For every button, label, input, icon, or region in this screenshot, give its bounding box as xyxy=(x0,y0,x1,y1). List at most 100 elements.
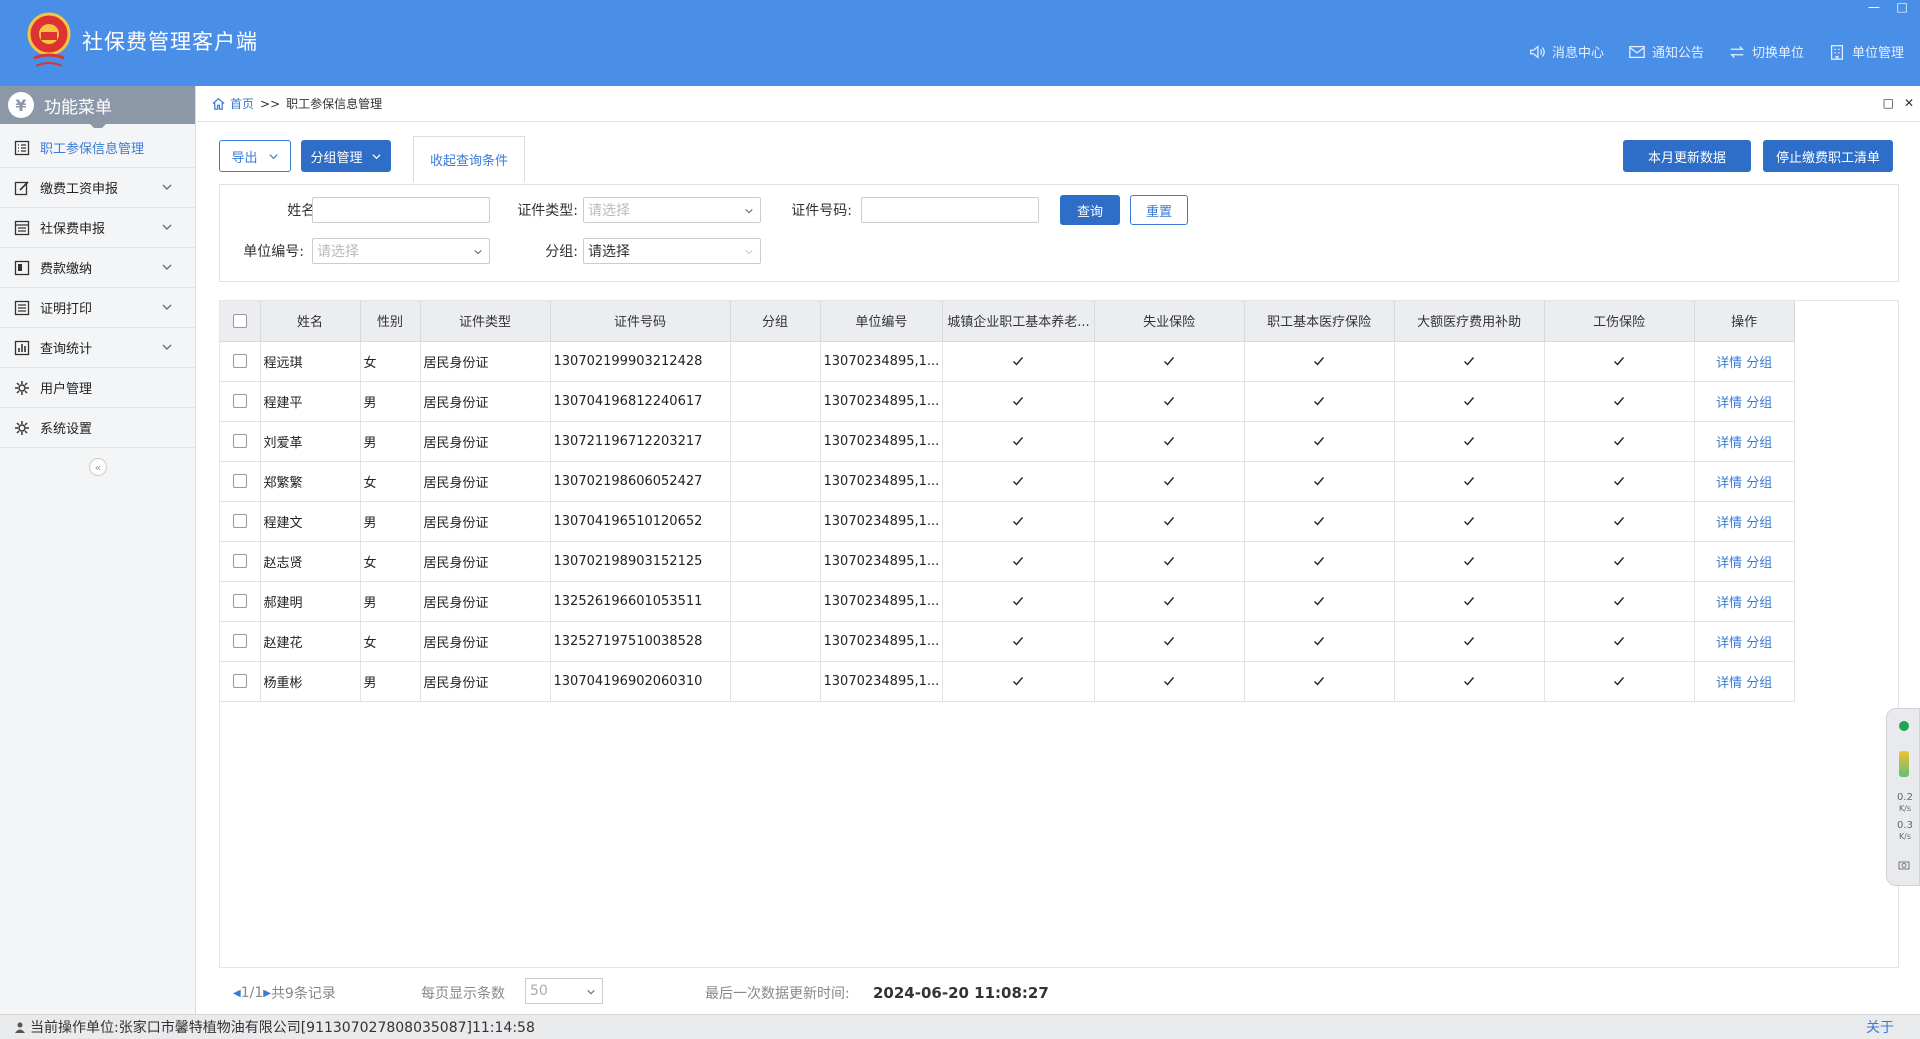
row-checkbox[interactable] xyxy=(232,474,247,488)
sidebar-item-wage-declare[interactable]: 缴费工资申报 xyxy=(0,168,195,208)
cell-actions: 详情 分组 xyxy=(1694,581,1795,622)
row-checkbox[interactable] xyxy=(232,674,247,688)
cell-pension xyxy=(942,501,1095,542)
sidebar-item-social-declare[interactable]: 社保费申报 xyxy=(0,208,195,248)
row-checkbox[interactable] xyxy=(232,594,247,608)
checkmark-icon xyxy=(1162,634,1176,649)
table-row[interactable]: 程远琪女居民身份证 130702199903212428 13070234895,1… xyxy=(220,341,1795,382)
column-header[interactable]: 姓名 xyxy=(260,301,361,342)
breadcrumb-home[interactable]: 首页 xyxy=(230,95,254,112)
group-link[interactable]: 分组 xyxy=(1746,516,1772,531)
home-icon[interactable] xyxy=(211,96,226,111)
table-row[interactable]: 程建平男居民身份证 130704196812240617 13070234895,1… xyxy=(220,381,1795,422)
select-all-checkbox[interactable] xyxy=(232,313,247,328)
detail-link[interactable]: 详情 xyxy=(1716,396,1742,411)
network-monitor-widget[interactable]: 0.2 K/s 0.3 K/s xyxy=(1886,708,1920,886)
query-button[interactable]: 查询 xyxy=(1060,195,1120,225)
per-page-select[interactable]: 50 xyxy=(525,978,603,1004)
row-checkbox[interactable] xyxy=(232,554,247,568)
group-link[interactable]: 分组 xyxy=(1746,636,1772,651)
detail-link[interactable]: 详情 xyxy=(1716,556,1742,571)
row-checkbox[interactable] xyxy=(232,394,247,408)
table-row[interactable]: 赵志贤女居民身份证 130702198903152125 13070234895,1… xyxy=(220,541,1795,582)
group-link[interactable]: 分组 xyxy=(1746,556,1772,571)
last-update-label: 最后一次数据更新时间: xyxy=(705,986,850,1002)
nav-unit-manage[interactable]: 单位管理 xyxy=(1828,42,1904,61)
group-link[interactable]: 分组 xyxy=(1746,356,1772,371)
id-type-select[interactable]: 请选择 xyxy=(583,197,761,223)
sidebar-item-query-stats[interactable]: 查询统计 xyxy=(0,328,195,368)
cell-unemployment xyxy=(1094,421,1245,462)
group-link[interactable]: 分组 xyxy=(1746,476,1772,491)
export-button[interactable]: 导出 xyxy=(219,140,291,172)
row-checkbox[interactable] xyxy=(232,634,247,648)
table-row[interactable]: 郝建明男居民身份证 132526196601053511 13070234895,1… xyxy=(220,581,1795,622)
column-header[interactable]: 工伤保险 xyxy=(1544,301,1695,342)
table-row[interactable]: 郑繁繁女居民身份证 130702198606052427 13070234895,1… xyxy=(220,461,1795,502)
column-header[interactable]: 城镇企业职工基本养老... xyxy=(942,301,1095,342)
nav-message-center[interactable]: 消息中心 xyxy=(1528,42,1604,61)
name-input[interactable] xyxy=(312,197,490,223)
pane-close-button[interactable]: ✕ xyxy=(1904,96,1914,110)
chart-icon xyxy=(14,340,30,355)
column-header[interactable]: 分组 xyxy=(730,301,821,342)
cell-unit-no: 13070234895,1... xyxy=(820,621,944,662)
group-select[interactable]: 请选择 xyxy=(583,238,761,264)
cell-name: 刘爱革 xyxy=(260,421,361,462)
tab-collapse-query[interactable]: 收起查询条件 xyxy=(413,136,525,182)
column-header[interactable]: 失业保险 xyxy=(1094,301,1245,342)
camera-icon[interactable] xyxy=(1898,859,1910,871)
sidebar-item-payment[interactable]: 费款缴纳 xyxy=(0,248,195,288)
nav-notice[interactable]: 通知公告 xyxy=(1628,42,1704,61)
detail-link[interactable]: 详情 xyxy=(1716,356,1742,371)
stop-list-button[interactable]: 停止缴费职工清单 xyxy=(1763,140,1893,172)
table-row[interactable]: 赵建花女居民身份证 132527197510038528 13070234895,1… xyxy=(220,621,1795,662)
group-link[interactable]: 分组 xyxy=(1746,596,1772,611)
table-row[interactable]: 杨重彬男居民身份证 130704196902060310 13070234895,1… xyxy=(220,661,1795,702)
update-month-button[interactable]: 本月更新数据 xyxy=(1623,140,1751,172)
minimize-button[interactable]: — xyxy=(1866,0,1882,14)
sidebar-item-system-settings[interactable]: 系统设置 xyxy=(0,408,195,448)
row-select-cell xyxy=(220,501,261,542)
cell-injury xyxy=(1544,621,1695,662)
sidebar-collapse-button[interactable]: « xyxy=(89,458,107,476)
unit-no-select[interactable]: 请选择 xyxy=(312,238,490,264)
row-checkbox[interactable] xyxy=(232,514,247,528)
nav-switch-unit[interactable]: 切换单位 xyxy=(1728,42,1804,61)
table-row[interactable]: 程建文男居民身份证 130704196510120652 13070234895,1… xyxy=(220,501,1795,542)
detail-link[interactable]: 详情 xyxy=(1716,676,1742,691)
about-link[interactable]: 关于 xyxy=(1866,1017,1894,1037)
id-no-input[interactable] xyxy=(861,197,1039,223)
group-link[interactable]: 分组 xyxy=(1746,436,1772,451)
row-checkbox[interactable] xyxy=(232,354,247,368)
group-manage-button[interactable]: 分组管理 xyxy=(301,140,391,172)
next-page-icon[interactable]: ▶ xyxy=(263,988,271,999)
column-header[interactable]: 职工基本医疗保险 xyxy=(1244,301,1395,342)
reset-button[interactable]: 重置 xyxy=(1130,195,1188,225)
prev-page-icon[interactable]: ◀ xyxy=(233,988,241,999)
cell-actions: 详情 分组 xyxy=(1694,541,1795,582)
table-row[interactable]: 刘爱革男居民身份证 130721196712203217 13070234895,1… xyxy=(220,421,1795,462)
sidebar-item-cert-print[interactable]: 证明打印 xyxy=(0,288,195,328)
column-header[interactable]: 性别 xyxy=(360,301,421,342)
detail-link[interactable]: 详情 xyxy=(1716,476,1742,491)
detail-link[interactable]: 详情 xyxy=(1716,436,1742,451)
column-header[interactable]: 大额医疗费用补助 xyxy=(1394,301,1545,342)
column-header[interactable]: 证件号码 xyxy=(550,301,731,342)
nav-label: 切换单位 xyxy=(1751,46,1804,61)
current-unit-label: 当前操作单位: xyxy=(30,1020,119,1036)
detail-link[interactable]: 详情 xyxy=(1716,636,1742,651)
column-header[interactable]: 单位编号 xyxy=(820,301,944,342)
sidebar-item-staff-insurance[interactable]: 职工参保信息管理 xyxy=(0,128,195,168)
column-header[interactable]: 证件类型 xyxy=(420,301,551,342)
detail-link[interactable]: 详情 xyxy=(1716,516,1742,531)
sidebar-item-label: 证明打印 xyxy=(40,302,93,317)
row-checkbox[interactable] xyxy=(232,434,247,448)
detail-link[interactable]: 详情 xyxy=(1716,596,1742,611)
group-link[interactable]: 分组 xyxy=(1746,396,1772,411)
maximize-button[interactable]: □ xyxy=(1894,0,1910,14)
pane-restore-button[interactable]: □ xyxy=(1883,96,1894,110)
cell-major-medical xyxy=(1394,581,1545,622)
sidebar-item-user-manage[interactable]: 用户管理 xyxy=(0,368,195,408)
group-link[interactable]: 分组 xyxy=(1746,676,1772,691)
